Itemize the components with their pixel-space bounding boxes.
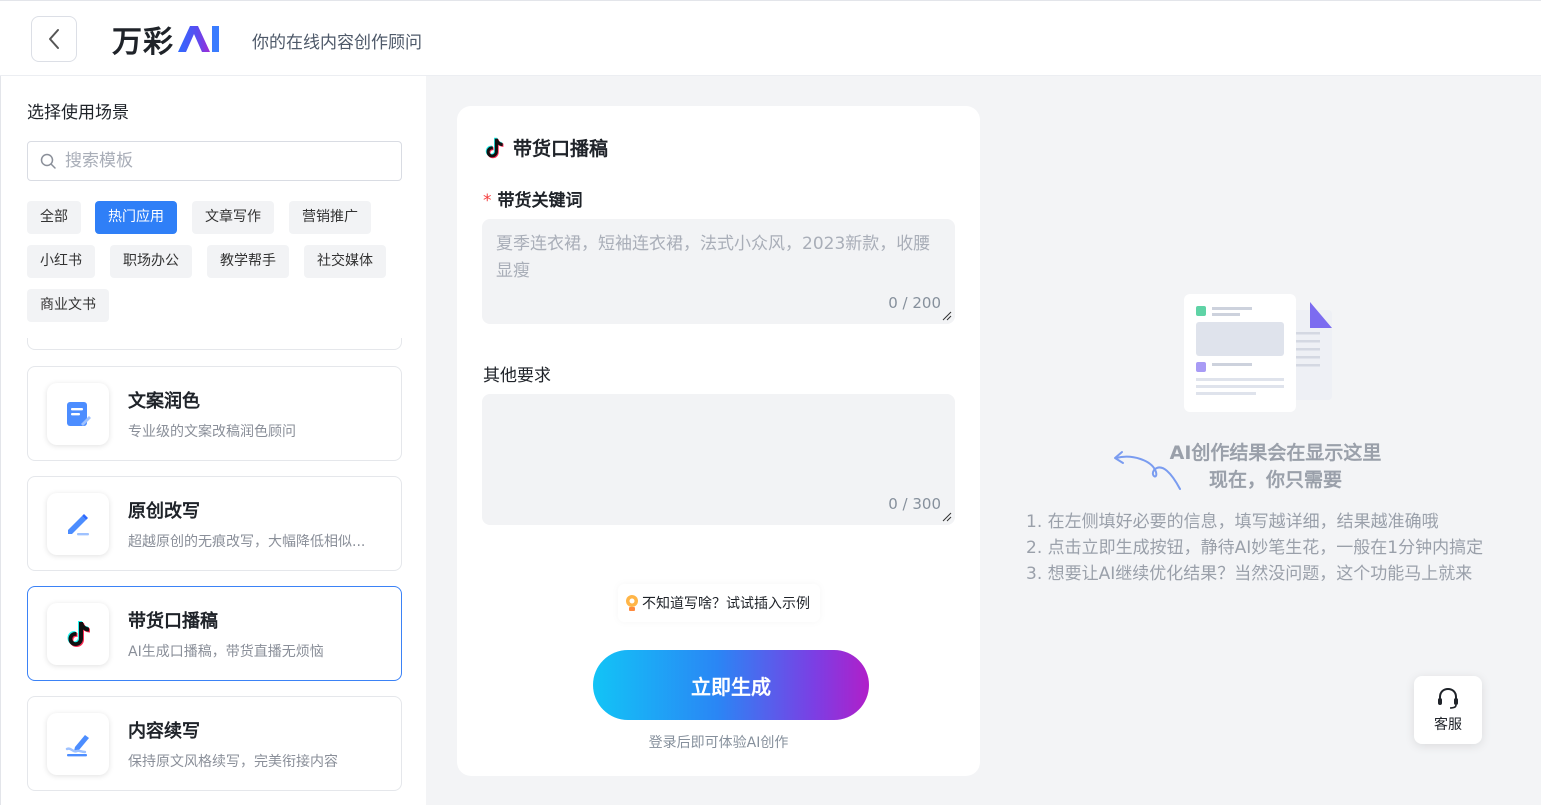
customer-service-label: 客服 bbox=[1434, 717, 1462, 733]
login-tip: 登录后即可体验AI创作 bbox=[648, 735, 789, 751]
template-search[interactable] bbox=[27, 141, 402, 181]
scene-sidebar: 选择使用场景 全部 热门应用 文章写作 营销推广 小红书 职场办公 教学帮手 社… bbox=[0, 76, 426, 805]
top-header: 万彩 你的在线内容创作顾问 bbox=[0, 0, 1541, 76]
write-continue-icon bbox=[47, 713, 109, 775]
sidebar-title: 选择使用场景 bbox=[27, 103, 129, 123]
card-partial bbox=[27, 338, 402, 350]
instruction-list: 1. 在左侧填好必要的信息，填写越详细，结果越准确哦 2. 点击立即生成按钮，静… bbox=[1026, 509, 1483, 587]
tag-teaching[interactable]: 教学帮手 bbox=[207, 245, 289, 278]
tag-social-media[interactable]: 社交媒体 bbox=[304, 245, 386, 278]
tag-xiaohongshu[interactable]: 小红书 bbox=[27, 245, 95, 278]
tagline: 你的在线内容创作顾问 bbox=[252, 33, 422, 53]
keywords-textarea[interactable]: 夏季连衣裙，短袖连衣裙，法式小众风，2023新款，收腰显瘦 0 / 200 bbox=[482, 219, 955, 324]
required-mark: * bbox=[483, 191, 492, 211]
search-input[interactable] bbox=[65, 151, 365, 171]
card-desc: 保持原文风格续写，完美衔接内容 bbox=[128, 754, 338, 770]
instruction-step: 1. 在左侧填好必要的信息，填写越详细，结果越准确哦 bbox=[1026, 512, 1439, 532]
result-title-line1: AI创作结果会在显示这里 bbox=[1169, 442, 1382, 464]
template-card-list[interactable]: 文案润色 专业级的文案改稿润色顾问 原创改写 超越原创的无痕改写，大幅降低相似.… bbox=[1, 338, 427, 805]
search-icon bbox=[40, 153, 56, 169]
document-illustration-icon bbox=[1184, 294, 1332, 412]
keywords-label: * 带货关键词 bbox=[483, 186, 583, 211]
keywords-placeholder: 夏季连衣裙，短袖连衣裙，法式小众风，2023新款，收腰显瘦 bbox=[496, 234, 931, 281]
resize-handle-icon[interactable] bbox=[942, 512, 952, 522]
card-live-script[interactable]: 带货口播稿 AI生成口播稿，带货直播无烦恼 bbox=[27, 586, 402, 681]
card-title: 带货口播稿 bbox=[128, 611, 218, 632]
other-requirements-char-count: 0 / 300 bbox=[888, 495, 941, 513]
form-title: 带货口播稿 bbox=[513, 138, 609, 160]
back-button[interactable] bbox=[31, 16, 77, 62]
customer-service-button[interactable]: 客服 bbox=[1414, 676, 1482, 744]
instruction-step: 2. 点击立即生成按钮，静待AI妙笔生花，一般在1分钟内搞定 bbox=[1026, 538, 1484, 558]
keywords-label-text: 带货关键词 bbox=[497, 191, 583, 211]
other-requirements-textarea[interactable]: 0 / 300 bbox=[482, 394, 955, 525]
tag-office[interactable]: 职场办公 bbox=[110, 245, 192, 278]
tag-hot-apps[interactable]: 热门应用 bbox=[95, 201, 177, 234]
headset-icon bbox=[1438, 687, 1458, 709]
card-continue-writing[interactable]: 内容续写 保持原文风格续写，完美衔接内容 bbox=[27, 696, 402, 791]
card-copy-polish[interactable]: 文案润色 专业级的文案改稿润色顾问 bbox=[27, 366, 402, 461]
app-logo[interactable]: 万彩 bbox=[112, 19, 220, 60]
card-title: 原创改写 bbox=[128, 501, 200, 522]
logo-text: 万彩 bbox=[112, 25, 174, 60]
tag-all[interactable]: 全部 bbox=[27, 201, 81, 234]
card-desc: AI生成口播稿，带货直播无烦恼 bbox=[128, 644, 324, 660]
hint-text: 不知道写啥？试试插入示例 bbox=[642, 596, 810, 612]
lightbulb-icon bbox=[626, 595, 638, 611]
card-rewrite[interactable]: 原创改写 超越原创的无痕改写，大幅降低相似... bbox=[27, 476, 402, 571]
form-panel: 带货口播稿 * 带货关键词 夏季连衣裙，短袖连衣裙，法式小众风，2023新款，收腰… bbox=[457, 106, 980, 776]
chevron-left-icon bbox=[49, 29, 59, 49]
document-edit-icon bbox=[47, 383, 109, 445]
tag-business-docs[interactable]: 商业文书 bbox=[27, 289, 109, 322]
instruction-step: 3. 想要让AI继续优化结果？当然没问题，这个功能马上就来 bbox=[1026, 564, 1473, 584]
tag-article-writing[interactable]: 文章写作 bbox=[192, 201, 274, 234]
insert-example-hint[interactable]: 不知道写啥？试试插入示例 bbox=[618, 584, 820, 622]
main-area: 带货口播稿 * 带货关键词 夏季连衣裙，短袖连衣裙，法式小众风，2023新款，收腰… bbox=[426, 76, 1541, 805]
tiktok-icon bbox=[485, 137, 504, 158]
card-desc: 专业级的文案改稿润色顾问 bbox=[128, 424, 296, 440]
card-title: 文案润色 bbox=[128, 391, 200, 412]
logo-ai-mark bbox=[178, 26, 219, 52]
tag-marketing[interactable]: 营销推广 bbox=[289, 201, 371, 234]
card-title: 内容续写 bbox=[128, 721, 200, 742]
pencil-icon bbox=[47, 493, 109, 555]
form-header: 带货口播稿 bbox=[483, 134, 608, 161]
generate-button[interactable]: 立即生成 bbox=[593, 650, 869, 720]
other-requirements-label: 其他要求 bbox=[483, 366, 551, 386]
tiktok-icon bbox=[47, 603, 109, 665]
card-desc: 超越原创的无痕改写，大幅降低相似... bbox=[128, 534, 366, 550]
result-title-line2: 现在，你只需要 bbox=[1208, 469, 1342, 491]
resize-handle-icon[interactable] bbox=[942, 311, 952, 321]
keywords-char-count: 0 / 200 bbox=[888, 294, 941, 312]
